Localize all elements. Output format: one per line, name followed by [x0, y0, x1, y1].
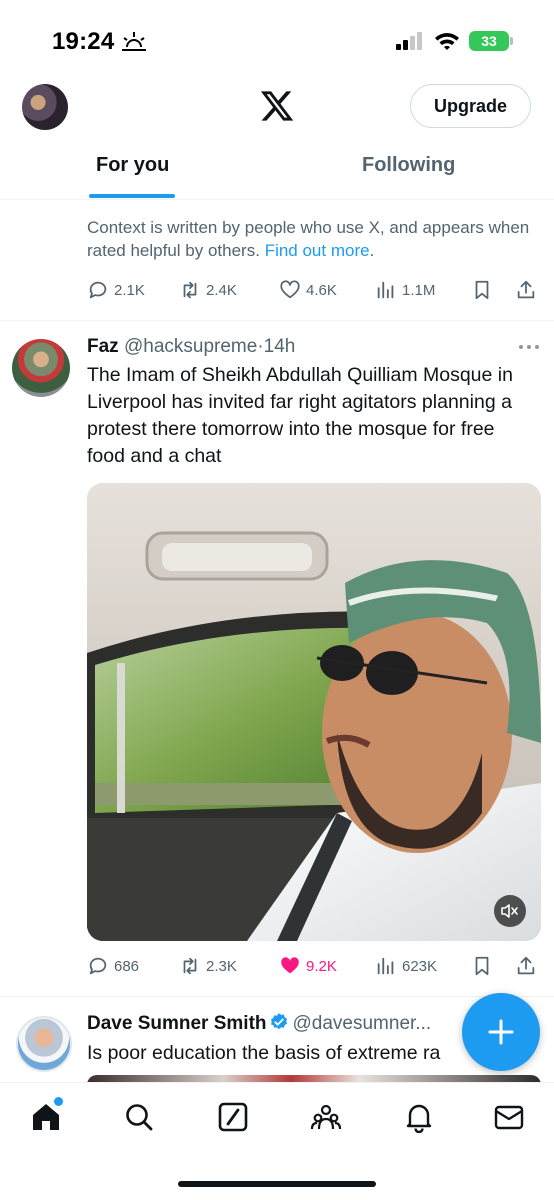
active-tab-indicator: [89, 194, 175, 198]
repost-button[interactable]: 2.3K: [179, 951, 237, 981]
bookmark-icon[interactable]: [471, 955, 493, 977]
wifi-icon: [435, 33, 459, 50]
search-icon[interactable]: [123, 1101, 155, 1133]
next-tweet-author-avatar[interactable]: [16, 1016, 72, 1072]
home-notification-dot: [54, 1097, 63, 1106]
battery-indicator: 33: [469, 31, 509, 51]
verified-badge-icon: [270, 1013, 287, 1030]
tweet-author-avatar[interactable]: [12, 339, 70, 397]
bottom-navigation: [0, 1082, 554, 1200]
views-count: 1.1M: [402, 281, 436, 299]
cellular-signal-icon: [396, 32, 422, 50]
repost-count: 2.3K: [206, 957, 237, 975]
bookmark-icon[interactable]: [471, 279, 493, 301]
find-out-more-link[interactable]: Find out more: [265, 241, 370, 260]
grok-icon[interactable]: [217, 1101, 249, 1133]
timeline-header: Upgrade For you Following: [0, 80, 554, 200]
reply-count: 2.1K: [114, 281, 145, 299]
tweet-header: Faz @hacksupreme·14h: [87, 336, 295, 358]
prev-tweet-actions: 2.1K 2.4K 4.6K 1.1M: [87, 275, 541, 305]
upgrade-button[interactable]: Upgrade: [410, 84, 531, 128]
tweet-divider: [0, 320, 554, 321]
communities-icon[interactable]: [310, 1101, 342, 1133]
messages-icon[interactable]: [493, 1101, 525, 1133]
tweet-divider: [0, 996, 554, 997]
views-button[interactable]: 623K: [375, 951, 437, 981]
reply-icon: [89, 957, 107, 975]
mute-button[interactable]: [494, 895, 526, 927]
like-count: 9.2K: [306, 957, 337, 975]
compose-plus-icon: [488, 1019, 514, 1045]
tweet-author-handle[interactable]: @hacksupreme: [124, 336, 257, 357]
reply-button[interactable]: 2.1K: [87, 275, 145, 305]
compose-button[interactable]: [462, 993, 540, 1071]
tweet-video[interactable]: [87, 483, 541, 941]
repost-icon: [183, 957, 197, 975]
reply-button[interactable]: 686: [87, 951, 139, 981]
share-icon[interactable]: [515, 279, 537, 301]
tweet-author-name[interactable]: Faz: [87, 336, 119, 357]
views-count: 623K: [402, 957, 438, 975]
next-tweet-author-handle[interactable]: @davesumner...: [293, 1013, 432, 1034]
battery-level: 33: [481, 33, 497, 49]
context-note-period: .: [369, 241, 375, 260]
like-button[interactable]: 4.6K: [279, 275, 337, 305]
heart-icon: [280, 280, 300, 299]
x-logo-icon[interactable]: [258, 88, 296, 124]
like-button[interactable]: 9.2K: [279, 951, 337, 981]
community-note-footer: Context is written by people who use X, …: [87, 216, 537, 262]
share-icon[interactable]: [515, 955, 537, 977]
repost-button[interactable]: 2.4K: [179, 275, 237, 305]
next-tweet-text: Is poor education the basis of extreme r…: [87, 1042, 441, 1064]
tweet-text: The Imam of Sheikh Abdullah Quilliam Mos…: [87, 364, 513, 467]
reply-icon: [89, 281, 107, 299]
profile-avatar[interactable]: [22, 84, 68, 130]
more-options-icon[interactable]: [518, 342, 540, 352]
next-tweet-header: Dave Sumner Smith @davesumner...: [87, 1012, 467, 1035]
views-button[interactable]: 1.1M: [375, 275, 435, 305]
tweet-timestamp[interactable]: 14h: [264, 336, 296, 357]
reply-count: 686: [114, 957, 140, 975]
tab-for-you[interactable]: For you: [96, 154, 169, 177]
video-frame: [87, 483, 541, 941]
tweet-actions: 686 2.3K 9.2K 623K: [87, 951, 541, 981]
notifications-icon[interactable]: [403, 1101, 435, 1133]
views-chart-icon: [377, 957, 394, 975]
like-count: 4.6K: [306, 281, 337, 299]
heart-filled-icon: [281, 957, 299, 974]
tab-following[interactable]: Following: [362, 154, 455, 177]
home-indicator: [178, 1181, 376, 1187]
status-time: 19:24: [52, 28, 115, 55]
battery-tip: [510, 37, 513, 45]
speaker-muted-icon: [501, 904, 518, 918]
repost-count: 2.4K: [206, 281, 237, 299]
status-bar: 19:24 33: [0, 0, 554, 80]
repost-icon: [183, 281, 197, 299]
sunrise-icon: [122, 32, 146, 51]
next-tweet-author-name[interactable]: Dave Sumner Smith: [87, 1013, 267, 1034]
views-chart-icon: [377, 281, 394, 299]
